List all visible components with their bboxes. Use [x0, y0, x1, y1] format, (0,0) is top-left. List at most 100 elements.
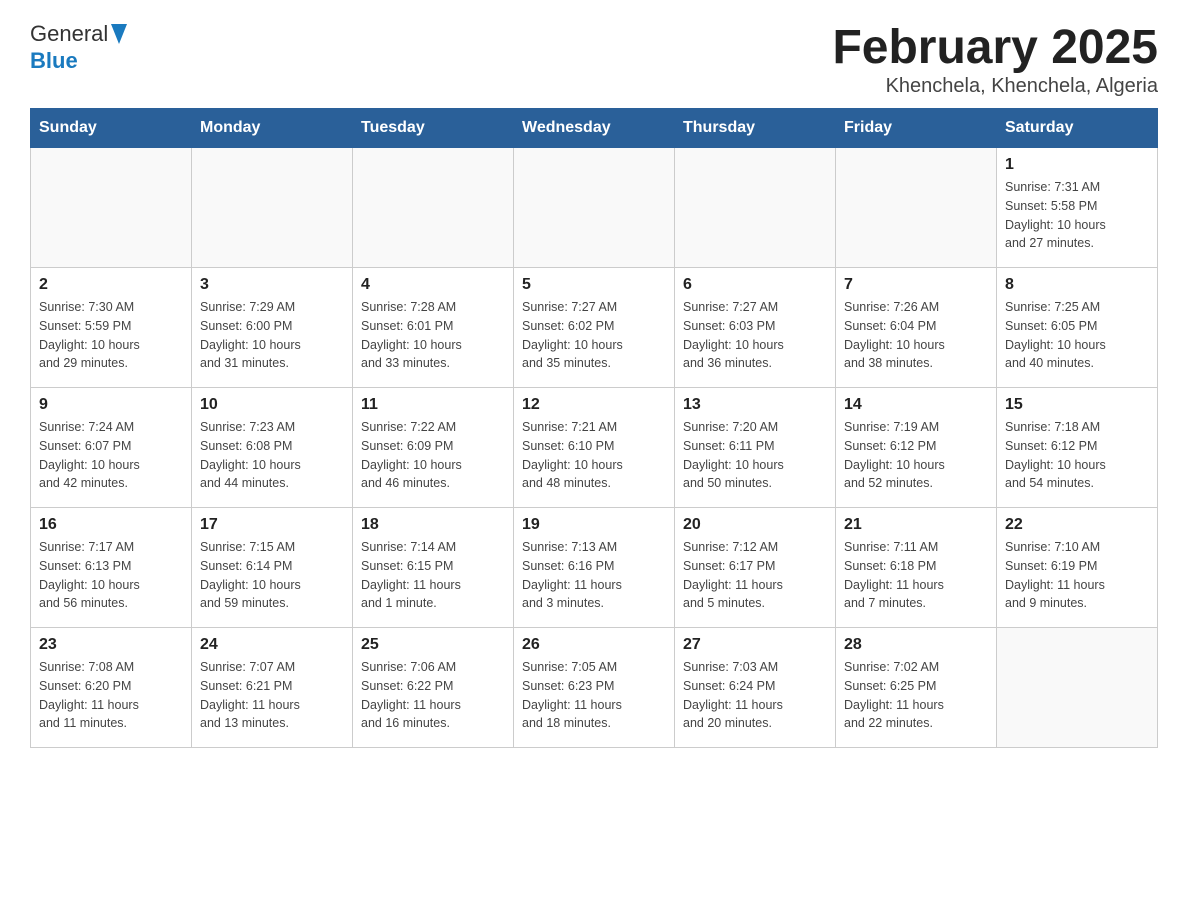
- day-number: 11: [361, 396, 505, 414]
- day-number: 13: [683, 396, 827, 414]
- day-info: Sunrise: 7:07 AMSunset: 6:21 PMDaylight:…: [200, 658, 344, 733]
- calendar-cell: 26 Sunrise: 7:05 AMSunset: 6:23 PMDayligh…: [514, 628, 675, 748]
- day-number: 1: [1005, 156, 1149, 174]
- calendar-cell: 24 Sunrise: 7:07 AMSunset: 6:21 PMDayligh…: [192, 628, 353, 748]
- day-number: 2: [39, 276, 183, 294]
- day-info: Sunrise: 7:27 AMSunset: 6:02 PMDaylight:…: [522, 298, 666, 373]
- day-number: 3: [200, 276, 344, 294]
- calendar-cell: 22 Sunrise: 7:10 AMSunset: 6:19 PMDayligh…: [997, 508, 1158, 628]
- calendar-cell: 21 Sunrise: 7:11 AMSunset: 6:18 PMDayligh…: [836, 508, 997, 628]
- day-number: 5: [522, 276, 666, 294]
- calendar-row-3: 9 Sunrise: 7:24 AMSunset: 6:07 PMDaylight…: [31, 388, 1158, 508]
- calendar-cell: 15 Sunrise: 7:18 AMSunset: 6:12 PMDayligh…: [997, 388, 1158, 508]
- calendar-cell: 10 Sunrise: 7:23 AMSunset: 6:08 PMDayligh…: [192, 388, 353, 508]
- day-info: Sunrise: 7:03 AMSunset: 6:24 PMDaylight:…: [683, 658, 827, 733]
- page-title: February 2025: [832, 20, 1158, 75]
- calendar-cell: [997, 628, 1158, 748]
- calendar-cell: 1Sunrise: 7:31 AMSunset: 5:58 PMDaylight…: [997, 148, 1158, 268]
- calendar-cell: [675, 148, 836, 268]
- calendar-cell: 6 Sunrise: 7:27 AMSunset: 6:03 PMDaylight…: [675, 268, 836, 388]
- page-header: General Blue February 2025 Khenchela, Kh…: [30, 20, 1158, 98]
- day-number: 6: [683, 276, 827, 294]
- day-info: Sunrise: 7:28 AMSunset: 6:01 PMDaylight:…: [361, 298, 505, 373]
- day-info: Sunrise: 7:12 AMSunset: 6:17 PMDaylight:…: [683, 538, 827, 613]
- calendar-cell: [31, 148, 192, 268]
- header-sunday: Sunday: [31, 109, 192, 148]
- calendar-cell: 8 Sunrise: 7:25 AMSunset: 6:05 PMDaylight…: [997, 268, 1158, 388]
- day-info: Sunrise: 7:13 AMSunset: 6:16 PMDaylight:…: [522, 538, 666, 613]
- header-monday: Monday: [192, 109, 353, 148]
- day-info: Sunrise: 7:29 AMSunset: 6:00 PMDaylight:…: [200, 298, 344, 373]
- day-number: 19: [522, 516, 666, 534]
- calendar-cell: 27 Sunrise: 7:03 AMSunset: 6:24 PMDayligh…: [675, 628, 836, 748]
- day-number: 20: [683, 516, 827, 534]
- day-number: 8: [1005, 276, 1149, 294]
- day-number: 15: [1005, 396, 1149, 414]
- calendar-cell: 2Sunrise: 7:30 AMSunset: 5:59 PMDaylight…: [31, 268, 192, 388]
- day-number: 18: [361, 516, 505, 534]
- logo-blue: Blue: [30, 49, 127, 73]
- day-info: Sunrise: 7:23 AMSunset: 6:08 PMDaylight:…: [200, 418, 344, 493]
- day-number: 26: [522, 636, 666, 654]
- day-info: Sunrise: 7:22 AMSunset: 6:09 PMDaylight:…: [361, 418, 505, 493]
- calendar-cell: 23 Sunrise: 7:08 AMSunset: 6:20 PMDayligh…: [31, 628, 192, 748]
- day-info: Sunrise: 7:21 AMSunset: 6:10 PMDaylight:…: [522, 418, 666, 493]
- day-info: Sunrise: 7:10 AMSunset: 6:19 PMDaylight:…: [1005, 538, 1149, 613]
- calendar-cell: 17 Sunrise: 7:15 AMSunset: 6:14 PMDayligh…: [192, 508, 353, 628]
- calendar-cell: 12 Sunrise: 7:21 AMSunset: 6:10 PMDayligh…: [514, 388, 675, 508]
- day-info: Sunrise: 7:14 AMSunset: 6:15 PMDaylight:…: [361, 538, 505, 613]
- calendar-cell: 16 Sunrise: 7:17 AMSunset: 6:13 PMDayligh…: [31, 508, 192, 628]
- day-number: 16: [39, 516, 183, 534]
- day-info: Sunrise: 7:15 AMSunset: 6:14 PMDaylight:…: [200, 538, 344, 613]
- calendar-table: Sunday Monday Tuesday Wednesday Thursday…: [30, 108, 1158, 748]
- day-info: Sunrise: 7:24 AMSunset: 6:07 PMDaylight:…: [39, 418, 183, 493]
- calendar-cell: 28 Sunrise: 7:02 AMSunset: 6:25 PMDayligh…: [836, 628, 997, 748]
- day-info: Sunrise: 7:05 AMSunset: 6:23 PMDaylight:…: [522, 658, 666, 733]
- calendar-row-2: 2Sunrise: 7:30 AMSunset: 5:59 PMDaylight…: [31, 268, 1158, 388]
- calendar-cell: 14Sunrise: 7:19 AMSunset: 6:12 PMDayligh…: [836, 388, 997, 508]
- calendar-row-1: 1Sunrise: 7:31 AMSunset: 5:58 PMDaylight…: [31, 148, 1158, 268]
- title-block: February 2025 Khenchela, Khenchela, Alge…: [832, 20, 1158, 98]
- calendar-cell: [192, 148, 353, 268]
- day-info: Sunrise: 7:17 AMSunset: 6:13 PMDaylight:…: [39, 538, 183, 613]
- calendar-cell: 20 Sunrise: 7:12 AMSunset: 6:17 PMDayligh…: [675, 508, 836, 628]
- day-info: Sunrise: 7:18 AMSunset: 6:12 PMDaylight:…: [1005, 418, 1149, 493]
- header-friday: Friday: [836, 109, 997, 148]
- logo-arrow-icon: [111, 24, 127, 44]
- calendar-cell: [836, 148, 997, 268]
- day-number: 4: [361, 276, 505, 294]
- day-number: 23: [39, 636, 183, 654]
- day-info: Sunrise: 7:08 AMSunset: 6:20 PMDaylight:…: [39, 658, 183, 733]
- calendar-cell: 11 Sunrise: 7:22 AMSunset: 6:09 PMDayligh…: [353, 388, 514, 508]
- day-number: 27: [683, 636, 827, 654]
- header-saturday: Saturday: [997, 109, 1158, 148]
- day-number: 17: [200, 516, 344, 534]
- day-number: 7: [844, 276, 988, 294]
- day-number: 12: [522, 396, 666, 414]
- day-number: 9: [39, 396, 183, 414]
- day-info: Sunrise: 7:27 AMSunset: 6:03 PMDaylight:…: [683, 298, 827, 373]
- day-info: Sunrise: 7:25 AMSunset: 6:05 PMDaylight:…: [1005, 298, 1149, 373]
- calendar-cell: 4 Sunrise: 7:28 AMSunset: 6:01 PMDaylight…: [353, 268, 514, 388]
- day-number: 24: [200, 636, 344, 654]
- calendar-header-row: Sunday Monday Tuesday Wednesday Thursday…: [31, 109, 1158, 148]
- day-number: 14: [844, 396, 988, 414]
- day-number: 21: [844, 516, 988, 534]
- day-number: 28: [844, 636, 988, 654]
- day-info: Sunrise: 7:02 AMSunset: 6:25 PMDaylight:…: [844, 658, 988, 733]
- calendar-cell: 9 Sunrise: 7:24 AMSunset: 6:07 PMDaylight…: [31, 388, 192, 508]
- day-number: 22: [1005, 516, 1149, 534]
- day-number: 25: [361, 636, 505, 654]
- calendar-row-5: 23 Sunrise: 7:08 AMSunset: 6:20 PMDayligh…: [31, 628, 1158, 748]
- calendar-row-4: 16 Sunrise: 7:17 AMSunset: 6:13 PMDayligh…: [31, 508, 1158, 628]
- day-info: Sunrise: 7:06 AMSunset: 6:22 PMDaylight:…: [361, 658, 505, 733]
- day-info: Sunrise: 7:11 AMSunset: 6:18 PMDaylight:…: [844, 538, 988, 613]
- calendar-cell: 19 Sunrise: 7:13 AMSunset: 6:16 PMDayligh…: [514, 508, 675, 628]
- day-number: 10: [200, 396, 344, 414]
- calendar-cell: 13Sunrise: 7:20 AMSunset: 6:11 PMDayligh…: [675, 388, 836, 508]
- calendar-cell: 5 Sunrise: 7:27 AMSunset: 6:02 PMDaylight…: [514, 268, 675, 388]
- logo: General Blue: [30, 20, 127, 73]
- header-thursday: Thursday: [675, 109, 836, 148]
- day-info: Sunrise: 7:26 AMSunset: 6:04 PMDaylight:…: [844, 298, 988, 373]
- calendar-cell: 7 Sunrise: 7:26 AMSunset: 6:04 PMDaylight…: [836, 268, 997, 388]
